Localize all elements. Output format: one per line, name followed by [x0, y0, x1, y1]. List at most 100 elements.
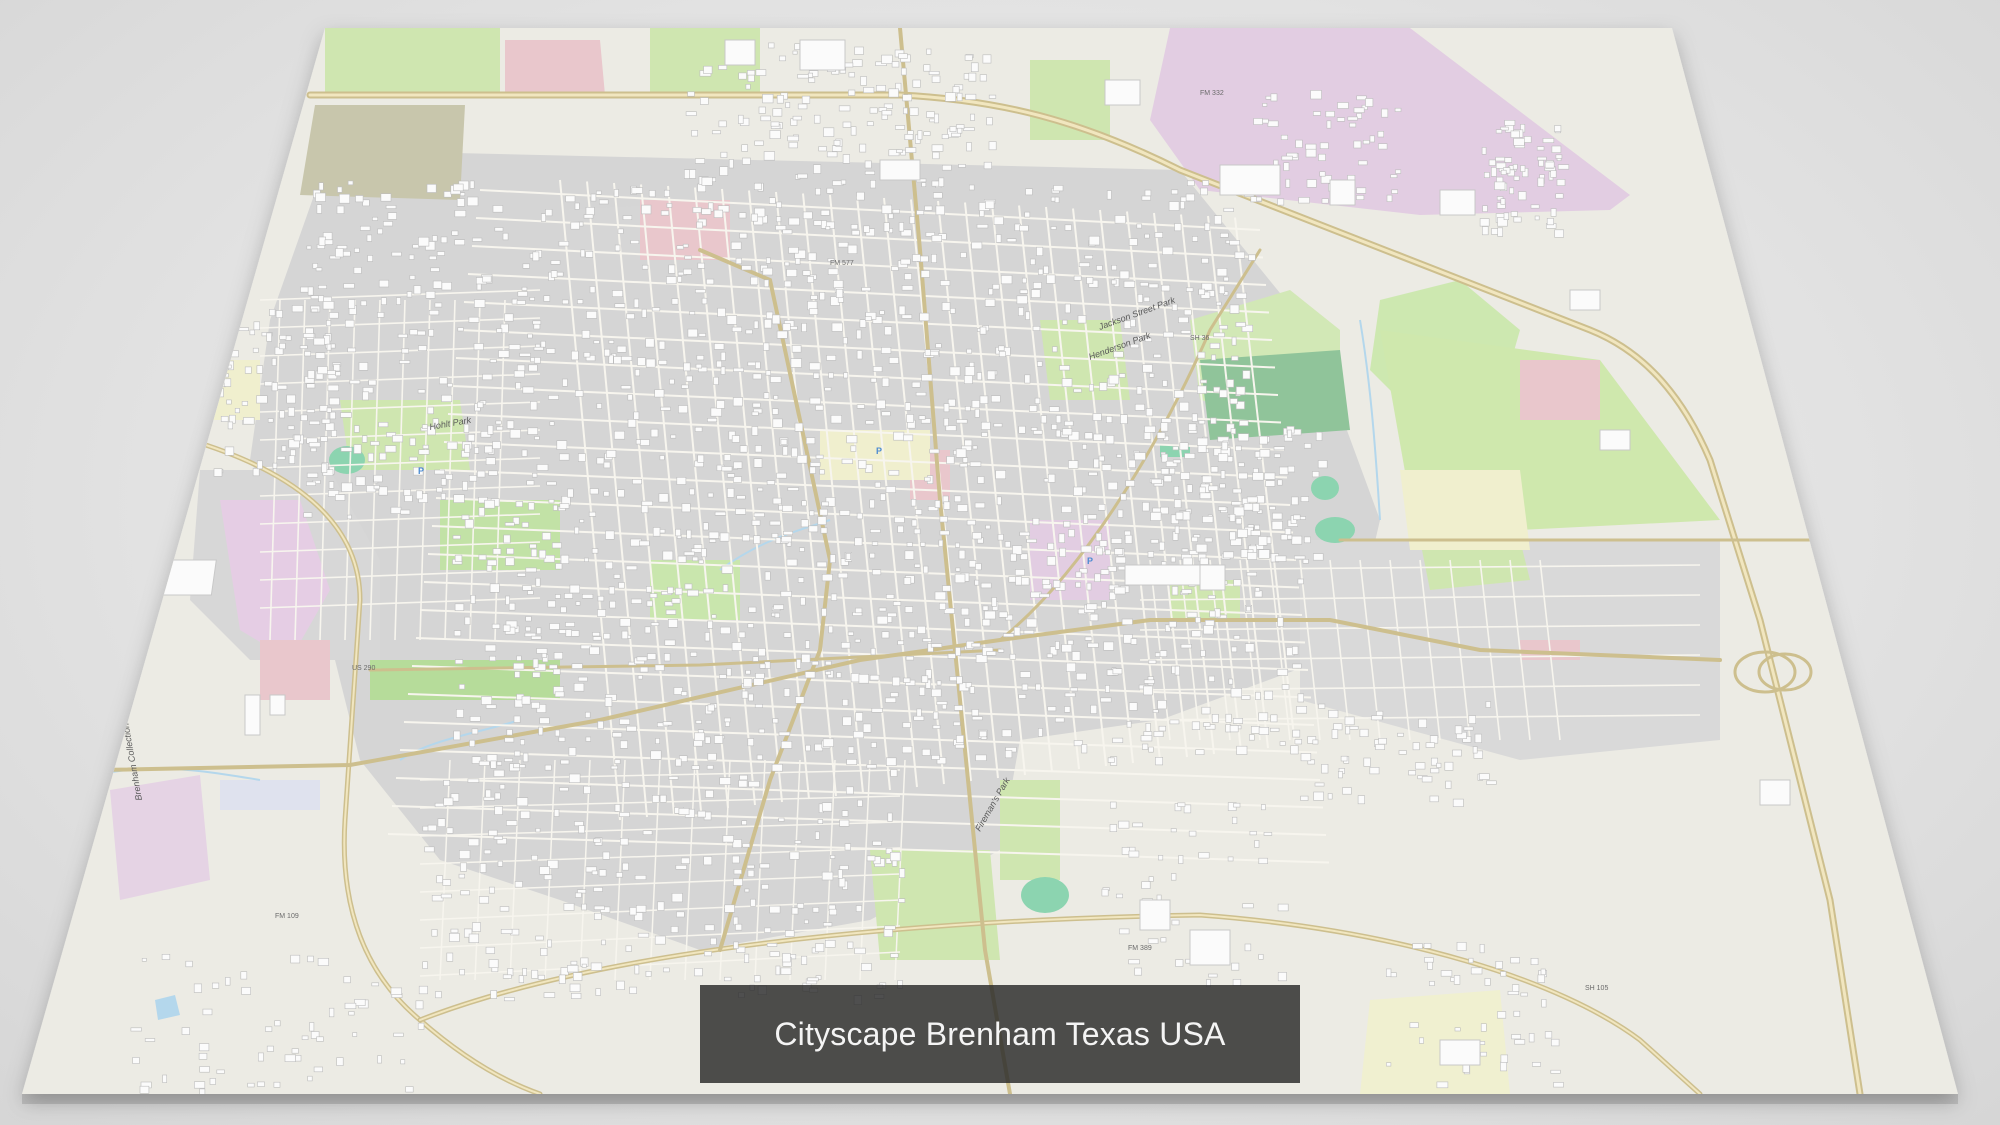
building: [1314, 782, 1325, 787]
building: [1130, 638, 1138, 645]
building: [909, 216, 915, 224]
building: [723, 454, 731, 461]
building: [742, 157, 751, 165]
building: [839, 819, 850, 827]
building: [1297, 693, 1305, 703]
building: [920, 270, 930, 278]
sports-field: [1021, 877, 1069, 913]
building: [838, 877, 846, 888]
building: [744, 888, 750, 893]
building: [317, 957, 329, 966]
city-map[interactable]: Brenham Collection Transfer Center Firem…: [0, 0, 2000, 1125]
building: [391, 251, 402, 257]
building: [801, 95, 811, 104]
building: [776, 216, 782, 223]
building: [840, 179, 847, 185]
building: [453, 730, 461, 741]
building: [962, 457, 969, 463]
building: [879, 493, 886, 501]
building: [1537, 177, 1545, 187]
building: [502, 232, 509, 241]
building: [1025, 311, 1030, 320]
building: [829, 554, 836, 563]
building: [753, 182, 762, 190]
building: [1554, 125, 1562, 132]
building: [1436, 1081, 1449, 1089]
building: [1067, 639, 1074, 646]
building: [724, 904, 735, 913]
building: [1239, 420, 1249, 426]
building: [1114, 586, 1126, 595]
building: [756, 754, 763, 760]
building: [579, 519, 585, 523]
building: [1009, 653, 1016, 660]
building: [616, 345, 627, 353]
building: [1174, 499, 1182, 509]
building: [854, 537, 863, 546]
building: [1263, 832, 1273, 836]
building: [943, 501, 951, 510]
building: [1137, 293, 1143, 303]
building: [898, 898, 906, 903]
building: [645, 586, 652, 593]
building: [776, 330, 788, 339]
building: [704, 736, 711, 744]
building: [1270, 714, 1278, 723]
building: [695, 720, 702, 724]
building: [1238, 462, 1245, 467]
building: [731, 326, 743, 333]
building: [813, 372, 820, 379]
building: [559, 787, 569, 792]
building: [783, 280, 792, 288]
building: [256, 460, 263, 470]
building: [894, 125, 905, 130]
building: [1141, 881, 1151, 889]
building: [550, 260, 561, 265]
building: [1128, 238, 1138, 246]
building: [547, 939, 552, 948]
building: [493, 835, 503, 840]
building: [548, 499, 555, 504]
building: [769, 520, 781, 526]
building: [955, 647, 961, 656]
building: [1277, 479, 1283, 486]
building: [911, 381, 921, 388]
building: [561, 299, 569, 305]
building: [659, 455, 665, 461]
building: [814, 831, 820, 840]
building: [881, 204, 893, 214]
building: [362, 391, 369, 401]
building: [1160, 468, 1170, 475]
building: [392, 435, 403, 443]
building: [567, 488, 574, 498]
building: [738, 780, 748, 788]
building: [417, 389, 426, 394]
building: [956, 92, 963, 102]
building: [377, 228, 383, 235]
building: [1318, 703, 1326, 709]
building: [1333, 723, 1343, 731]
building: [939, 280, 951, 286]
building: [1076, 672, 1087, 681]
sports-field: [1311, 476, 1339, 500]
building: [825, 226, 831, 231]
building: [1233, 635, 1241, 640]
building: [639, 439, 650, 446]
building: [617, 489, 625, 498]
building: [1093, 433, 1103, 441]
building: [1033, 282, 1042, 289]
building: [319, 405, 328, 412]
building: [1231, 355, 1239, 361]
building: [1025, 188, 1033, 196]
building: [904, 273, 912, 281]
building: [549, 623, 560, 630]
building: [788, 247, 799, 254]
building: [685, 111, 697, 116]
building: [974, 408, 980, 418]
building: [1258, 857, 1268, 865]
building: [875, 85, 886, 92]
building: [505, 557, 515, 566]
building: [144, 1038, 156, 1042]
building: [842, 154, 850, 164]
building: [318, 182, 324, 191]
